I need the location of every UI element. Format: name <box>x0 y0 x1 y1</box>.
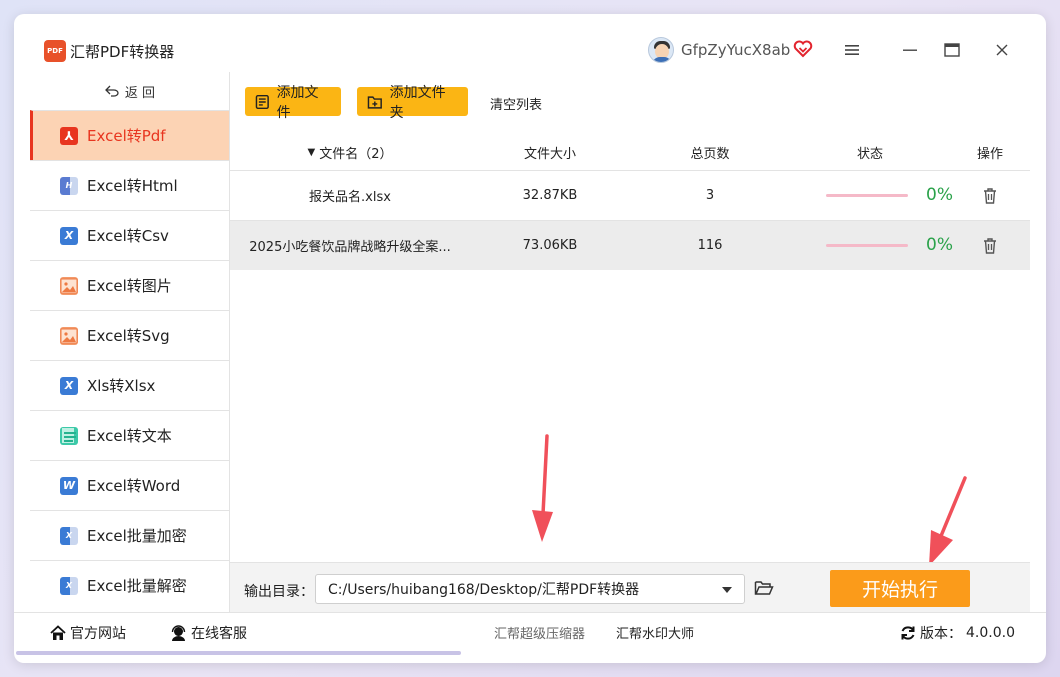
header-filename-label: 文件名（2） <box>319 146 393 162</box>
file-name: 报关品名.xlsx <box>309 190 391 205</box>
back-arrow-icon <box>105 85 119 97</box>
close-icon[interactable] <box>990 38 1014 62</box>
sort-down-icon: ▼ <box>307 146 316 158</box>
avatar[interactable] <box>648 37 674 63</box>
sidebar-item-excel-to-word[interactable]: W Excel转Word <box>30 460 230 510</box>
version-info[interactable]: 版本： 4.0.0.0 <box>900 623 1015 643</box>
header-filename[interactable]: ▼ 文件名（2） <box>290 134 410 170</box>
title-bar: PDF 汇帮PDF转换器 GfpZyYucX8ab <box>14 14 1046 70</box>
sidebar-item-excel-to-svg[interactable]: Excel转Svg <box>30 310 230 360</box>
sidebar-item-label: Excel转图片 <box>87 277 172 295</box>
minimize-icon[interactable] <box>898 38 922 62</box>
sidebar-item-excel-to-html[interactable]: H Excel转Html <box>30 160 230 210</box>
menu-icon[interactable] <box>840 38 864 62</box>
add-folder-icon <box>367 95 382 109</box>
online-service-label: 在线客服 <box>191 626 247 642</box>
output-dir-select[interactable]: C:/Users/huibang168/Desktop/汇帮PDF转换器 <box>315 574 745 604</box>
sidebar-item-excel-batch-encrypt[interactable]: X Excel批量加密 <box>30 510 230 560</box>
file-pages: 3 <box>705 188 715 203</box>
version-number: 4.0.0.0 <box>966 625 1015 641</box>
word-icon: W <box>60 476 78 495</box>
progress-bar <box>826 244 908 247</box>
header-pages: 总页数 <box>690 146 730 162</box>
sidebar-item-label: Excel转Csv <box>87 227 169 245</box>
app-logo-icon: PDF <box>44 40 66 62</box>
version-label: 版本： <box>920 626 962 642</box>
refresh-icon <box>901 626 915 640</box>
output-bar: 输出目录： C:/Users/huibang168/Desktop/汇帮PDF转… <box>230 562 1030 612</box>
sidebar-item-label: Excel转Pdf <box>87 127 166 145</box>
sidebar-item-label: Excel转Html <box>87 177 178 195</box>
progress-percent: 0% <box>926 185 953 205</box>
start-button[interactable]: 开始执行 <box>830 570 970 607</box>
compressor-link[interactable]: 汇帮超级压缩器 <box>494 623 585 642</box>
scrollbar[interactable] <box>16 651 461 655</box>
sidebar-item-excel-to-text[interactable]: Excel转文本 <box>30 410 230 460</box>
excel-unlock-icon: X <box>60 576 78 595</box>
add-file-label: 添加文件 <box>276 84 319 121</box>
file-size: 32.87KB <box>522 188 578 203</box>
add-file-button[interactable]: 添加文件 <box>245 85 341 121</box>
header-status: 状态 <box>856 146 883 162</box>
online-service-link[interactable]: 在线客服 <box>170 623 247 643</box>
header-operation: 操作 <box>976 146 1003 162</box>
output-dir-label: 输出目录： <box>244 584 314 600</box>
delete-icon[interactable] <box>982 237 998 255</box>
annotation-arrow-down <box>532 434 553 542</box>
svg-image-icon <box>60 326 78 345</box>
app-title: 汇帮PDF转换器 <box>70 43 175 61</box>
image-icon <box>60 276 78 295</box>
progress-bar <box>826 194 908 197</box>
pdf-icon: ⅄ <box>60 126 78 145</box>
sidebar-item-label: Excel批量解密 <box>87 577 187 595</box>
sidebar-item-label: Xls转Xlsx <box>87 377 156 395</box>
folder-open-icon[interactable] <box>754 579 774 597</box>
sidebar: 返 回 ⅄ Excel转Pdf H Excel转Html X Excel转Csv… <box>30 72 230 612</box>
sidebar-item-excel-to-image[interactable]: Excel转图片 <box>30 260 230 310</box>
sidebar-item-label: Excel转Word <box>87 477 181 495</box>
file-size: 73.06KB <box>522 238 578 253</box>
add-folder-label: 添加文件夹 <box>389 84 446 121</box>
customer-service-icon <box>171 624 186 641</box>
table-row[interactable]: 2025小吃餐饮品牌战略升级全案... 73.06KB 116 0% <box>230 220 1030 270</box>
sidebar-item-label: Excel批量加密 <box>87 527 187 545</box>
sidebar-item-excel-to-csv[interactable]: X Excel转Csv <box>30 210 230 260</box>
official-site-label: 官方网站 <box>70 626 126 642</box>
app-window: PDF 汇帮PDF转换器 GfpZyYucX8ab 返 回 ⅄ Excel转Pd… <box>14 14 1046 663</box>
text-icon <box>60 426 78 445</box>
annotation-arrow-diagonal <box>929 476 967 566</box>
official-site-link[interactable]: 官方网站 <box>50 623 126 643</box>
table-header: ▼ 文件名（2） 文件大小 总页数 状态 操作 <box>230 134 1030 170</box>
html-icon: H <box>60 176 78 195</box>
clear-list-button[interactable]: 清空列表 <box>490 94 542 113</box>
header-size: 文件大小 <box>523 146 576 162</box>
sidebar-item-excel-to-pdf[interactable]: ⅄ Excel转Pdf <box>30 110 230 160</box>
file-table: ▼ 文件名（2） 文件大小 总页数 状态 操作 报关品名.xlsx 32.87K… <box>230 134 1030 270</box>
csv-icon: X <box>60 226 78 245</box>
maximize-icon[interactable] <box>940 38 964 62</box>
sidebar-item-xls-to-xlsx[interactable]: X Xls转Xlsx <box>30 360 230 410</box>
output-dir-value: C:/Users/huibang168/Desktop/汇帮PDF转换器 <box>328 582 640 598</box>
file-name: 2025小吃餐饮品牌战略升级全案... <box>249 240 451 255</box>
sidebar-item-label: Excel转文本 <box>87 427 172 445</box>
add-file-icon <box>255 94 269 109</box>
progress-percent: 0% <box>926 235 953 255</box>
home-icon <box>50 625 66 640</box>
delete-icon[interactable] <box>982 187 998 205</box>
back-button[interactable]: 返 回 <box>30 72 230 110</box>
back-label: 返 回 <box>124 85 156 101</box>
username[interactable]: GfpZyYucX8ab <box>681 41 790 59</box>
sidebar-item-label: Excel转Svg <box>87 327 170 345</box>
table-row[interactable]: 报关品名.xlsx 32.87KB 3 0% <box>230 170 1030 220</box>
add-folder-button[interactable]: 添加文件夹 <box>357 85 468 121</box>
vip-heart-icon[interactable] <box>793 39 813 59</box>
xlsx-icon: X <box>60 376 78 395</box>
watermark-link[interactable]: 汇帮水印大师 <box>616 623 694 642</box>
footer: 官方网站 在线客服 汇帮超级压缩器 汇帮水印大师 版本： 4.0.0.0 <box>14 612 1046 652</box>
sidebar-item-excel-batch-decrypt[interactable]: X Excel批量解密 <box>30 560 230 610</box>
chevron-down-icon[interactable] <box>722 587 732 593</box>
file-pages: 116 <box>697 238 723 253</box>
excel-lock-icon: X <box>60 526 78 545</box>
